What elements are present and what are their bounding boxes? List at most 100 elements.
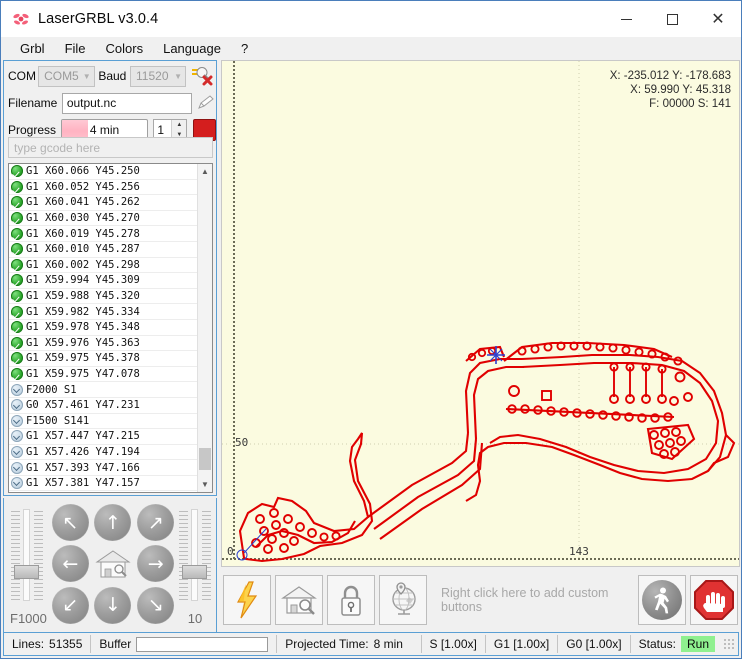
engraving-traces: [238, 341, 736, 563]
jog-right-button[interactable]: →: [137, 545, 175, 583]
baud-rate-select[interactable]: 11520 ▼: [130, 65, 186, 87]
filename-field[interactable]: output.nc: [61, 92, 192, 114]
work-coordinates: X: 59.990 Y: 45.318: [630, 84, 731, 96]
step-size-slider[interactable]: 10: [178, 503, 212, 626]
gcode-row[interactable]: G1 X60.002 Y45.298: [9, 258, 197, 274]
slider-ticks-left: [179, 511, 188, 601]
gcode-row-text: G1 X59.976 Y45.363: [26, 336, 140, 349]
jog-up-button[interactable]: ↑: [94, 504, 132, 542]
resize-grip-icon[interactable]: [723, 638, 735, 650]
stepper-up-icon[interactable]: ▲: [172, 120, 186, 130]
gcode-row[interactable]: G1 X59.978 Y45.348: [9, 320, 197, 336]
override-g1-cell[interactable]: G1 [1.00x]: [486, 633, 557, 655]
gcode-row[interactable]: G1 X60.010 Y45.287: [9, 242, 197, 258]
feed-speed-label: F1000: [10, 611, 47, 626]
gcode-row[interactable]: F2000 S1: [9, 382, 197, 398]
close-button[interactable]: ✕: [695, 1, 741, 37]
gcode-row-text: G1 X57.447 Y47.215: [26, 430, 140, 443]
emergency-stop-button[interactable]: [690, 575, 738, 625]
menu-bar: Grbl File Colors Language ?: [1, 37, 741, 60]
x-axis-tick-label: 143: [569, 545, 589, 558]
scroll-up-icon[interactable]: ▲: [198, 164, 212, 179]
gcode-row[interactable]: G1 X59.975 Y47.078: [9, 367, 197, 383]
gcode-row[interactable]: G1 X57.381 Y47.157: [9, 476, 197, 492]
gcode-row[interactable]: G1 X59.988 Y45.320: [9, 289, 197, 305]
menu-item-language[interactable]: Language: [154, 38, 230, 59]
lightning-bolt-icon: [236, 581, 258, 619]
jog-home-button[interactable]: [92, 545, 134, 583]
gcode-sent-icon: [11, 243, 23, 256]
gcode-row-text: G1 X59.975 Y47.078: [26, 368, 140, 381]
menu-item-colors[interactable]: Colors: [97, 38, 153, 59]
gcode-pending-icon: [11, 430, 23, 443]
maximize-button[interactable]: [649, 1, 695, 37]
scrollbar-thumb[interactable]: [199, 448, 211, 470]
minimize-icon: [620, 18, 632, 20]
slider-thumb[interactable]: [14, 565, 39, 579]
gcode-preview-canvas[interactable]: X: -235.012 Y: -178.683 X: 59.990 Y: 45.…: [221, 60, 740, 567]
gcode-row[interactable]: G1 X57.426 Y47.194: [9, 445, 197, 461]
gcode-row[interactable]: G1 X60.041 Y45.262: [9, 195, 197, 211]
gcode-row[interactable]: G1 X59.975 Y45.378: [9, 351, 197, 367]
gcode-sent-icon: [11, 290, 23, 303]
gcode-pending-icon: [11, 445, 23, 458]
maximize-icon: [666, 13, 678, 25]
lasergrbl-window: LaserGRBL v3.0.4 ✕ Grbl File Colors Lang…: [0, 0, 742, 659]
gcode-row[interactable]: G1 X57.447 Y47.215: [9, 429, 197, 445]
jog-down-right-button[interactable]: ↘: [137, 586, 175, 624]
gcode-sent-icon: [11, 368, 23, 381]
gcode-row-text: G1 X60.066 Y45.250: [26, 165, 140, 178]
jog-down-button[interactable]: ↓: [94, 586, 132, 624]
filename-row: Filename output.nc: [8, 91, 216, 115]
scroll-down-icon[interactable]: ▼: [198, 477, 212, 492]
gcode-rows-container: G1 X60.066 Y45.250 G1 X60.052 Y45.256 G1 X…: [9, 164, 197, 492]
jog-down-left-button[interactable]: ↙: [51, 586, 89, 624]
menu-item-help[interactable]: ?: [232, 38, 257, 59]
gcode-row[interactable]: F1500 S141: [9, 414, 197, 430]
unlock-lightning-button[interactable]: [223, 575, 271, 625]
com-port-select[interactable]: COM5 ▼: [38, 65, 95, 87]
status-bar: Lines: 51355 Buffer Projected Time: 8 mi…: [3, 632, 739, 656]
gcode-sent-icon: [11, 258, 23, 271]
disconnect-plug-icon[interactable]: [190, 65, 216, 87]
jog-left-button[interactable]: ←: [51, 545, 89, 583]
gcode-sent-icon: [11, 352, 23, 365]
menu-item-grbl[interactable]: Grbl: [11, 38, 54, 59]
gcode-row[interactable]: G1 X59.994 Y45.309: [9, 273, 197, 289]
padlock-icon: [341, 585, 361, 616]
gcode-sent-icon: [11, 212, 23, 225]
gcode-input[interactable]: type gcode here: [8, 137, 213, 158]
gcode-list[interactable]: G1 X60.066 Y45.250 G1 X60.052 Y45.256 G1 X…: [8, 163, 213, 493]
jog-up-left-button[interactable]: ↖: [51, 504, 89, 542]
gcode-row[interactable]: G0 X57.461 Y47.231: [9, 398, 197, 414]
gcode-row[interactable]: G1 X59.982 Y45.334: [9, 304, 197, 320]
gcode-sent-icon: [11, 305, 23, 318]
gcode-row[interactable]: G1 X57.358 Y47.142: [9, 491, 197, 492]
gcode-row-text: G1 X60.002 Y45.298: [26, 258, 140, 271]
stop-hand-icon: [694, 580, 734, 620]
minimize-button[interactable]: [603, 1, 649, 37]
gcode-pending-icon: [11, 383, 23, 396]
menu-item-file[interactable]: File: [56, 38, 95, 59]
override-s-cell[interactable]: S [1.00x]: [422, 633, 485, 655]
run-job-button[interactable]: [638, 575, 686, 625]
slider-thumb[interactable]: [182, 565, 207, 579]
globe-button[interactable]: [379, 575, 427, 625]
feed-speed-slider[interactable]: F1000: [10, 503, 47, 626]
gcode-row[interactable]: G1 X60.052 Y45.256: [9, 180, 197, 196]
com-port-value: COM5: [44, 69, 79, 83]
jog-up-right-button[interactable]: ↗: [137, 504, 175, 542]
home-search-button[interactable]: [275, 575, 323, 625]
gcode-sent-icon: [11, 227, 23, 240]
gcode-row[interactable]: G1 X59.976 Y45.363: [9, 336, 197, 352]
lock-button[interactable]: [327, 575, 375, 625]
lasergrbl-logo-icon: [12, 10, 30, 28]
override-g0-cell[interactable]: G0 [1.00x]: [558, 633, 629, 655]
chevron-down-icon: ▼: [82, 71, 91, 81]
gcode-row[interactable]: G1 X60.030 Y45.270: [9, 211, 197, 227]
gcode-row[interactable]: G1 X60.066 Y45.250: [9, 164, 197, 180]
pencil-edit-icon[interactable]: [196, 94, 216, 112]
gcode-row[interactable]: G1 X57.393 Y47.166: [9, 460, 197, 476]
gcode-list-scrollbar[interactable]: ▲ ▼: [197, 164, 212, 492]
gcode-row[interactable]: G1 X60.019 Y45.278: [9, 226, 197, 242]
